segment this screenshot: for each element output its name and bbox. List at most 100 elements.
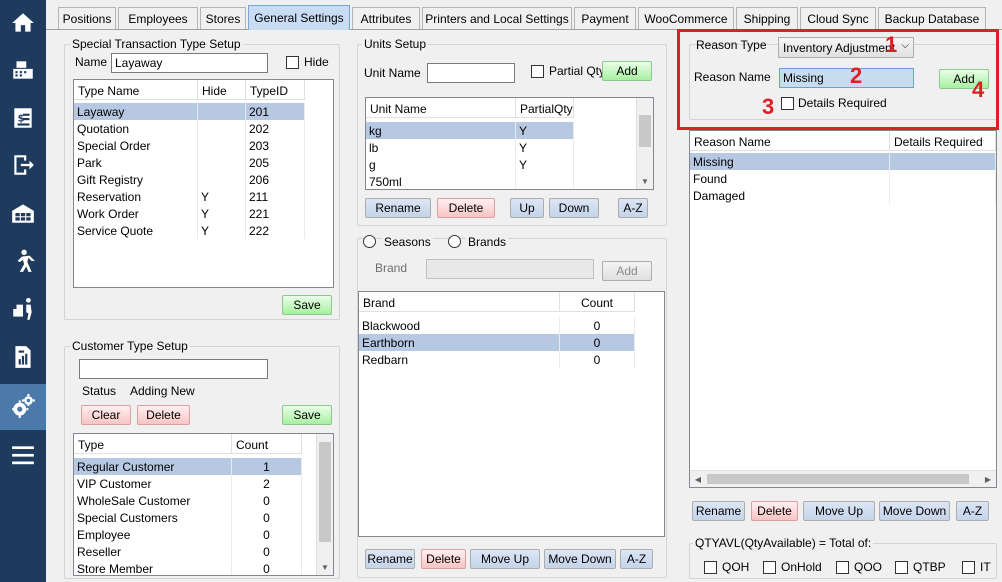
brand-input[interactable] — [426, 259, 594, 279]
reason-row[interactable]: Damaged — [690, 187, 996, 204]
reason-delete-button[interactable]: Delete — [751, 501, 798, 521]
onhold-checkbox[interactable] — [763, 561, 776, 574]
special-tx-row[interactable]: Service Quote Y 222 — [74, 222, 305, 239]
sidebar-item-reports[interactable] — [0, 336, 46, 378]
qoo-checkbox[interactable] — [836, 561, 849, 574]
customer-type-delete-button[interactable]: Delete — [137, 405, 190, 425]
brand-row[interactable]: Redbarn 0 — [359, 351, 635, 368]
customer-type-row[interactable]: WholeSale Customer 0 — [74, 492, 302, 509]
special-tx-row[interactable]: Special Order 203 — [74, 137, 305, 154]
brands-rename-button[interactable]: Rename — [365, 549, 415, 569]
col-header-count[interactable]: Count — [232, 434, 302, 454]
sidebar-item-delivery[interactable] — [0, 288, 46, 330]
special-tx-save-button[interactable]: Save — [282, 295, 332, 315]
units-az-button[interactable]: A-Z — [618, 198, 648, 218]
units-up-button[interactable]: Up — [510, 198, 544, 218]
col-header-type-name[interactable]: Type Name — [74, 80, 198, 100]
special-tx-row[interactable]: Park 205 — [74, 154, 305, 171]
units-grid[interactable]: Unit Name PartialQty kg Ylb Yg Y 750ml ▼ — [365, 97, 654, 190]
special-tx-hide-checkbox[interactable] — [286, 56, 299, 69]
brands-delete-button[interactable]: Delete — [421, 549, 466, 569]
sidebar-item-invoice[interactable]: $ — [0, 97, 46, 139]
customer-type-row[interactable]: Special Customers 0 — [74, 509, 302, 526]
customer-type-grid[interactable]: Type Count Regular Customer 1 VIP Customer… — [73, 433, 334, 576]
tab-shipping[interactable]: Shipping — [736, 7, 798, 29]
brand-row[interactable]: Earthborn 0 — [359, 334, 635, 351]
special-tx-name-input[interactable]: Layaway — [111, 53, 268, 73]
col-header-unit-name[interactable]: Unit Name — [366, 98, 516, 118]
unit-row[interactable]: lb Y — [366, 139, 574, 156]
scroll-thumb[interactable] — [319, 442, 331, 542]
special-tx-row[interactable]: Layaway 201 — [74, 103, 305, 120]
col-header-typeid[interactable]: TypeID — [246, 80, 305, 100]
tab-backup-database[interactable]: Backup Database — [878, 7, 986, 29]
special-tx-grid[interactable]: Type Name Hide TypeID Layaway 201 Quotatio… — [73, 79, 334, 288]
brands-grid[interactable]: Brand Count Blackwood 0 Earthborn 0 Redbarn 0 — [358, 291, 665, 537]
col-header-partialqty[interactable]: PartialQty — [516, 98, 574, 118]
it-checkbox[interactable] — [962, 561, 975, 574]
sidebar-item-menu[interactable] — [0, 434, 46, 476]
reason-move-up-button[interactable]: Move Up — [803, 501, 875, 521]
tab-payment[interactable]: Payment — [574, 7, 636, 29]
brand-add-button[interactable]: Add — [602, 261, 652, 281]
reason-move-down-button[interactable]: Move Down — [879, 501, 950, 521]
customer-type-scrollbar[interactable]: ▼ — [316, 434, 333, 575]
tab-cloud-sync[interactable]: Cloud Sync — [800, 7, 876, 29]
qtbp-checkbox[interactable] — [895, 561, 908, 574]
reason-az-button[interactable]: A-Z — [956, 501, 989, 521]
reason-row[interactable]: Missing — [690, 153, 996, 170]
reason-row[interactable]: Found — [690, 170, 996, 187]
customer-type-clear-button[interactable]: Clear — [81, 405, 131, 425]
units-delete-button[interactable]: Delete — [437, 198, 495, 218]
special-tx-row[interactable]: Quotation 202 — [74, 120, 305, 137]
sidebar-item-settings[interactable] — [0, 384, 46, 430]
col-header-brand-count[interactable]: Count — [560, 292, 635, 312]
seasons-radio[interactable] — [363, 235, 376, 248]
tab-general-settings[interactable]: General Settings — [248, 5, 350, 30]
col-header-brand[interactable]: Brand — [359, 292, 560, 312]
unit-row[interactable]: 750ml — [366, 173, 574, 189]
partial-qty-checkbox[interactable] — [531, 65, 544, 78]
units-scrollbar[interactable]: ▼ — [636, 98, 653, 189]
tab-printers-local-settings[interactable]: Printers and Local Settings — [422, 7, 572, 29]
tab-stores[interactable]: Stores — [200, 7, 246, 29]
reason-hscrollbar[interactable]: ◀ ▶ — [690, 470, 996, 487]
unit-row[interactable]: gY — [366, 156, 574, 173]
customer-type-row[interactable]: Employee 0 — [74, 526, 302, 543]
brand-row[interactable]: Blackwood 0 — [359, 317, 635, 334]
customer-type-name-input[interactable] — [79, 359, 268, 379]
scroll-thumb[interactable] — [639, 115, 651, 147]
qoh-checkbox[interactable] — [704, 561, 717, 574]
units-add-button[interactable]: Add — [602, 61, 652, 81]
col-header-details-required[interactable]: Details Required — [890, 131, 996, 151]
scroll-left-arrow-icon[interactable]: ◀ — [690, 471, 706, 487]
scroll-thumb[interactable] — [707, 474, 969, 484]
units-down-button[interactable]: Down — [549, 198, 599, 218]
sidebar-item-register[interactable] — [0, 49, 46, 91]
special-tx-row[interactable]: Work Order Y 221 — [74, 205, 305, 222]
col-header-reason-name[interactable]: Reason Name — [690, 131, 890, 151]
tab-employees[interactable]: Employees — [118, 7, 198, 29]
col-header-hide[interactable]: Hide — [198, 80, 246, 100]
scroll-down-arrow-icon[interactable]: ▼ — [637, 173, 653, 189]
scroll-right-arrow-icon[interactable]: ▶ — [980, 471, 996, 487]
sidebar-item-customers[interactable] — [0, 240, 46, 282]
customer-type-row[interactable]: Store Member 0 — [74, 560, 302, 575]
unit-name-input[interactable] — [427, 63, 515, 83]
brands-radio[interactable] — [448, 235, 461, 248]
col-header-type[interactable]: Type — [74, 434, 232, 454]
units-rename-button[interactable]: Rename — [365, 198, 431, 218]
sidebar-item-home[interactable] — [0, 2, 46, 44]
sidebar-item-exit[interactable] — [0, 144, 46, 186]
scroll-down-arrow-icon[interactable]: ▼ — [317, 559, 333, 575]
reason-rename-button[interactable]: Rename — [692, 501, 745, 521]
customer-type-save-button[interactable]: Save — [282, 405, 332, 425]
unit-row[interactable]: kg Y — [366, 122, 574, 139]
reason-grid[interactable]: Reason Name Details Required Missing Foun… — [689, 130, 997, 488]
tab-woocommerce[interactable]: WooCommerce — [638, 7, 734, 29]
special-tx-row[interactable]: Gift Registry 206 — [74, 171, 305, 188]
brands-az-button[interactable]: A-Z — [620, 549, 653, 569]
customer-type-row[interactable]: Regular Customer 1 — [74, 458, 302, 475]
special-tx-row[interactable]: Reservation Y 211 — [74, 188, 305, 205]
brands-move-down-button[interactable]: Move Down — [544, 549, 616, 569]
